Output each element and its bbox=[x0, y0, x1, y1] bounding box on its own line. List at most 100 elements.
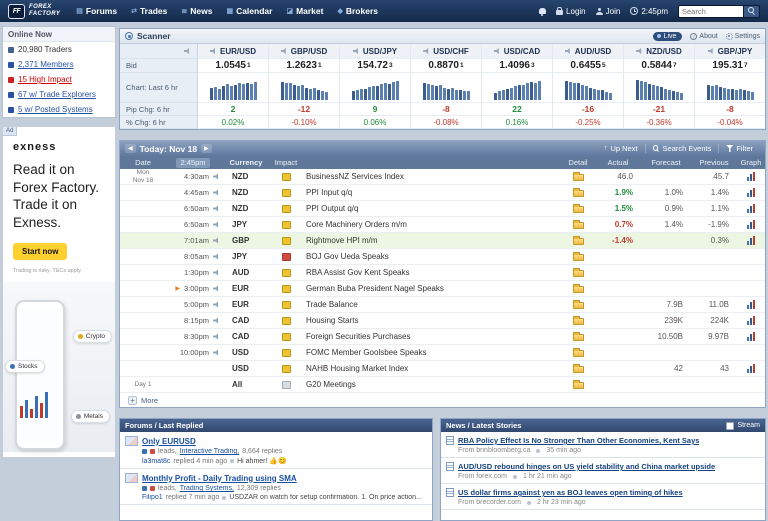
thread-title-link[interactable]: Only EURUSD bbox=[142, 437, 196, 446]
ad-pill-metals[interactable]: Metals bbox=[71, 410, 110, 423]
speaker-icon[interactable] bbox=[213, 349, 220, 356]
speaker-icon[interactable] bbox=[213, 269, 220, 276]
online-now-item[interactable]: 20,980 Traders bbox=[3, 42, 115, 57]
pair-mini-chart[interactable] bbox=[198, 73, 268, 103]
calendar-event-row[interactable]: 8:30pmCADForeign Securities Purchases10.… bbox=[120, 329, 765, 345]
calendar-event-row[interactable]: ▶3:00pmEURGerman Buba President Nagel Sp… bbox=[120, 281, 765, 297]
search-input[interactable] bbox=[678, 5, 744, 18]
detail-folder-icon[interactable] bbox=[573, 270, 584, 277]
detail-folder-icon[interactable] bbox=[573, 238, 584, 245]
graph-icon[interactable] bbox=[747, 236, 755, 245]
calendar-event-row[interactable]: MonNov 184:30amNZDBusinessNZ Services In… bbox=[120, 169, 765, 185]
impact-yellow-icon[interactable] bbox=[282, 317, 291, 325]
calendar-title[interactable]: Today: Nov 18 bbox=[140, 144, 197, 154]
nav-item-news[interactable]: ≣News bbox=[181, 6, 212, 16]
speaker-icon[interactable] bbox=[213, 333, 220, 340]
pair-header[interactable]: USD/JPY bbox=[340, 44, 410, 59]
column-header-previous[interactable]: Previous bbox=[691, 158, 737, 167]
impact-yellow-icon[interactable] bbox=[282, 269, 291, 277]
detail-folder-icon[interactable] bbox=[573, 366, 584, 373]
sidebar-ad[interactable]: Ad exness Read it on Forex Factory. Trad… bbox=[2, 126, 116, 458]
up-next-button[interactable]: ↑Up Next bbox=[597, 144, 645, 153]
detail-folder-icon[interactable] bbox=[573, 254, 584, 261]
impact-yellow-icon[interactable] bbox=[282, 365, 291, 373]
detail-folder-icon[interactable] bbox=[573, 190, 584, 197]
speaker-icon[interactable] bbox=[213, 173, 220, 180]
pair-mini-chart[interactable] bbox=[340, 73, 410, 103]
speaker-icon[interactable] bbox=[213, 301, 220, 308]
calendar-event-row[interactable]: 6:50amNZDPPI Output q/q1.5%0.9%1.1% bbox=[120, 201, 765, 217]
live-toggle-button[interactable]: Live bbox=[653, 32, 683, 41]
calendar-event-row[interactable]: 8:05amJPYBOJ Gov Ueda Speaks bbox=[120, 249, 765, 265]
pair-mini-chart[interactable] bbox=[695, 73, 765, 103]
online-now-item[interactable]: 2,371 Members bbox=[3, 57, 115, 72]
login-link[interactable]: Login bbox=[556, 7, 586, 16]
impact-gray-icon[interactable] bbox=[282, 381, 291, 389]
filter-button[interactable]: Filter bbox=[718, 144, 760, 153]
graph-icon[interactable] bbox=[747, 188, 755, 197]
calendar-event-row[interactable]: 7:01amGBPRightmove HPI m/m-1.4%0.3% bbox=[120, 233, 765, 249]
stream-toggle[interactable]: Stream bbox=[726, 422, 760, 430]
calendar-event-row[interactable]: 10:00pmUSDFOMC Member Goolsbee Speaks bbox=[120, 345, 765, 361]
column-header-detail[interactable]: Detail bbox=[561, 158, 595, 167]
nav-item-forums[interactable]: ▤Forums bbox=[76, 6, 117, 16]
graph-icon[interactable] bbox=[747, 316, 755, 325]
detail-folder-icon[interactable] bbox=[573, 206, 584, 213]
speaker-icon[interactable] bbox=[213, 237, 220, 244]
graph-icon[interactable] bbox=[747, 364, 755, 373]
detail-folder-icon[interactable] bbox=[573, 334, 584, 341]
news-story-title-link[interactable]: US dollar firms against yen as BOJ leave… bbox=[458, 488, 683, 497]
pair-mini-chart[interactable] bbox=[553, 73, 623, 103]
speaker-icon[interactable] bbox=[213, 253, 220, 260]
calendar-more-expander[interactable]: + More bbox=[120, 393, 765, 407]
pair-header[interactable]: EUR/USD bbox=[198, 44, 268, 59]
graph-icon[interactable] bbox=[747, 220, 755, 229]
pair-header[interactable]: NZD/USD bbox=[624, 44, 694, 59]
column-header-forecast[interactable]: Forecast bbox=[641, 158, 691, 167]
search-events-button[interactable]: Search Events bbox=[645, 144, 719, 153]
pair-mini-chart[interactable] bbox=[482, 73, 552, 103]
calendar-event-row[interactable]: USDNAHB Housing Market Index4243 bbox=[120, 361, 765, 377]
speaker-icon[interactable] bbox=[213, 317, 220, 324]
header-time[interactable]: 2:45pm bbox=[630, 7, 668, 16]
prev-day-arrow[interactable]: ◀ bbox=[125, 144, 136, 153]
calendar-event-row[interactable]: 8:15pmCADHousing Starts239K224K bbox=[120, 313, 765, 329]
last-replier-link[interactable]: la3mat8c bbox=[142, 458, 170, 465]
settings-button[interactable]: Settings bbox=[726, 33, 760, 40]
graph-icon[interactable] bbox=[747, 332, 755, 341]
pair-header[interactable]: GBP/USD bbox=[269, 44, 339, 59]
graph-icon[interactable] bbox=[747, 172, 755, 181]
detail-folder-icon[interactable] bbox=[573, 286, 584, 293]
column-header-actual[interactable]: Actual bbox=[595, 158, 641, 167]
nav-item-market[interactable]: ◪Market bbox=[286, 6, 323, 16]
forex-factory-logo[interactable]: FF bbox=[8, 4, 25, 19]
next-day-arrow[interactable]: ▶ bbox=[201, 144, 212, 153]
column-header-currency[interactable]: Currency bbox=[224, 158, 268, 167]
detail-folder-icon[interactable] bbox=[573, 174, 584, 181]
calendar-event-row[interactable]: 5:00pmEURTrade Balance7.9B11.0B bbox=[120, 297, 765, 313]
impact-red-icon[interactable] bbox=[282, 253, 291, 261]
ad-start-now-button[interactable]: Start now bbox=[13, 243, 67, 260]
thread-title-link[interactable]: Monthly Profit - Daily Trading using SMA bbox=[142, 474, 297, 483]
calendar-event-row[interactable]: 6:50amJPYCore Machinery Orders m/m0.7%1.… bbox=[120, 217, 765, 233]
impact-yellow-icon[interactable] bbox=[282, 221, 291, 229]
calendar-event-row[interactable]: 4:45amNZDPPI Input q/q1.9%1.0%1.4% bbox=[120, 185, 765, 201]
pair-header[interactable]: AUD/USD bbox=[553, 44, 623, 59]
online-now-item[interactable]: 15 High Impact bbox=[3, 72, 115, 87]
nav-item-trades[interactable]: ⇄Trades bbox=[131, 6, 167, 16]
nav-item-brokers[interactable]: ◆Brokers bbox=[337, 6, 378, 16]
detail-folder-icon[interactable] bbox=[573, 222, 584, 229]
impact-yellow-icon[interactable] bbox=[282, 205, 291, 213]
impact-yellow-icon[interactable] bbox=[282, 333, 291, 341]
calendar-event-row[interactable]: 1:30pmAUDRBA Assist Gov Kent Speaks bbox=[120, 265, 765, 281]
thread-category-link[interactable]: Interactive Trading, bbox=[180, 448, 240, 455]
online-now-item[interactable]: 67 w/ Trade Explorers bbox=[3, 87, 115, 102]
nav-item-calendar[interactable]: ▦Calendar bbox=[226, 6, 272, 16]
speaker-icon[interactable] bbox=[213, 205, 220, 212]
speaker-icon[interactable] bbox=[213, 285, 220, 292]
impact-yellow-icon[interactable] bbox=[282, 349, 291, 357]
impact-yellow-icon[interactable] bbox=[282, 189, 291, 197]
notifications-bell-icon[interactable] bbox=[539, 8, 546, 14]
join-link[interactable]: Join bbox=[596, 7, 621, 16]
impact-yellow-icon[interactable] bbox=[282, 301, 291, 309]
